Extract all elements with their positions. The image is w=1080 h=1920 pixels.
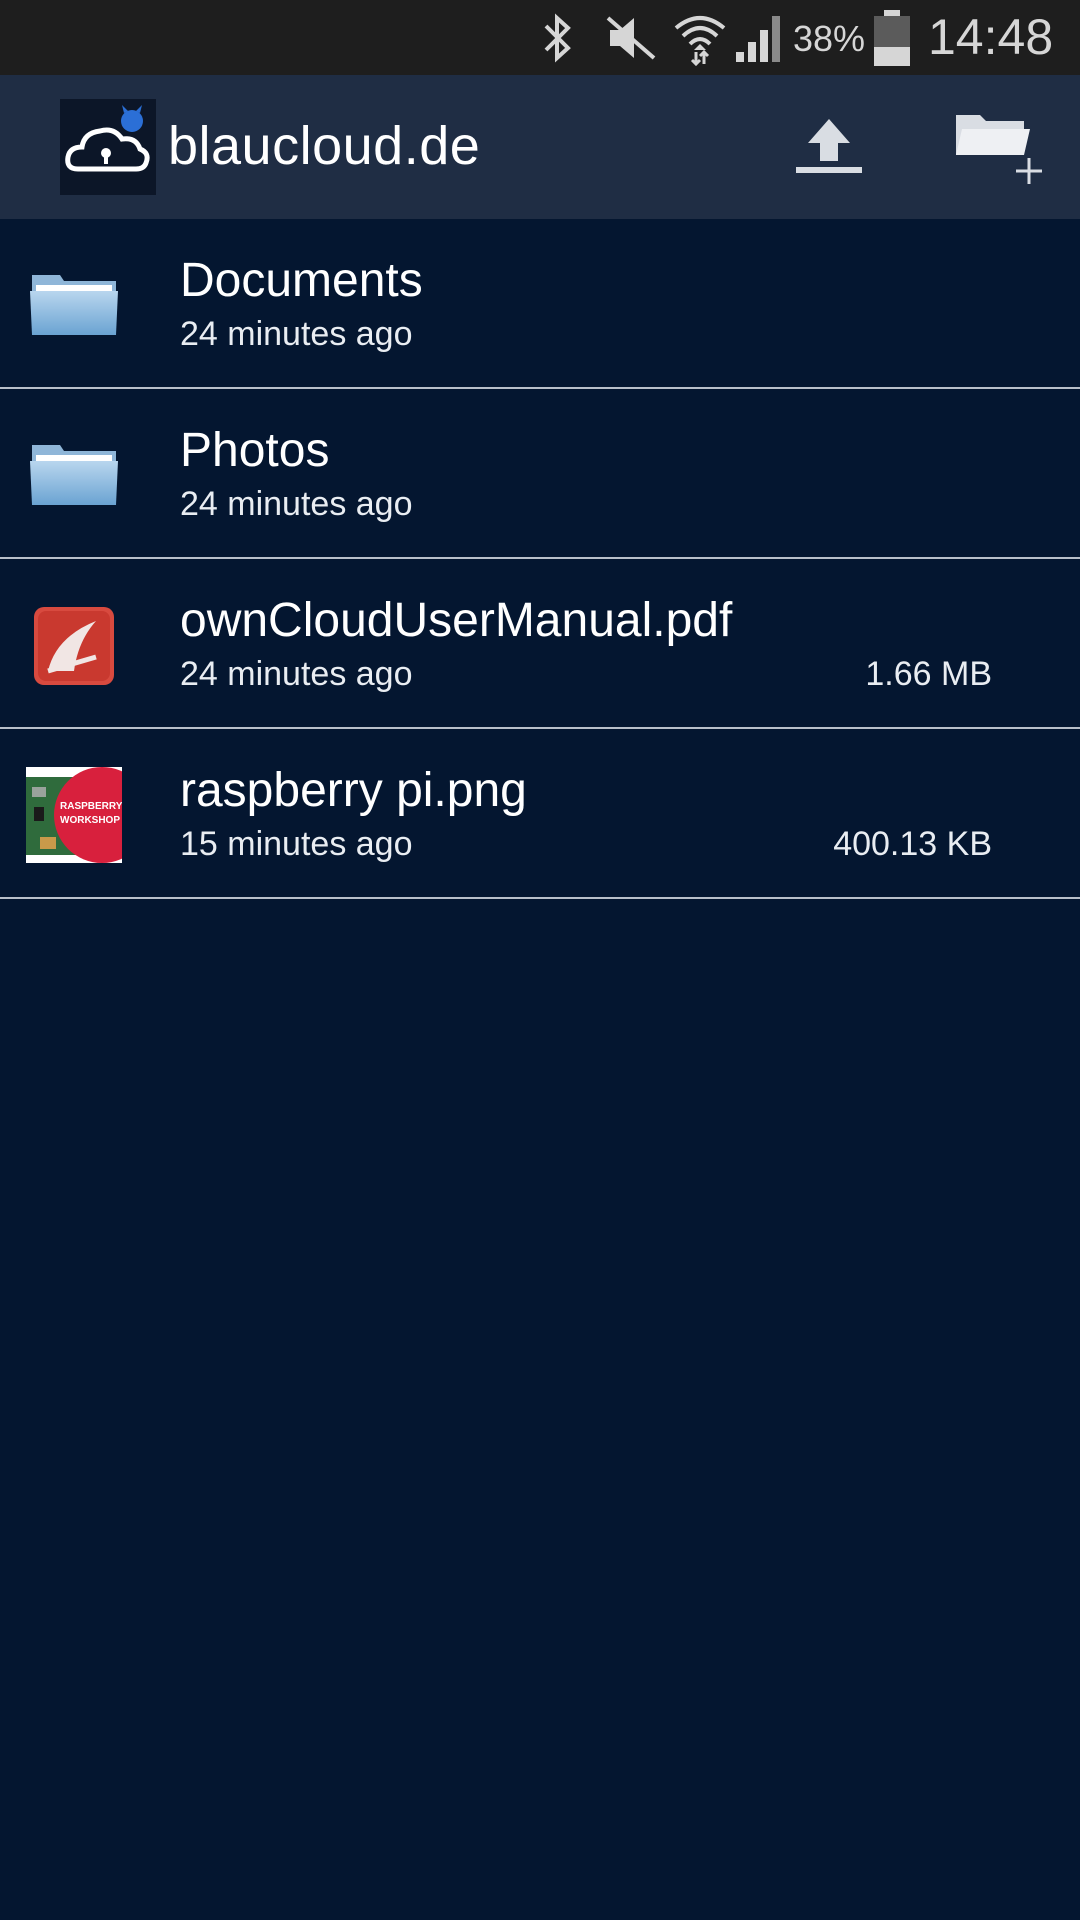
cloud-lock-icon <box>65 105 150 172</box>
list-item-photos[interactable]: Photos 24 minutes ago <box>0 389 1080 559</box>
mute-icon <box>606 16 656 60</box>
folder-icon <box>30 445 118 505</box>
battery-percent: 38% <box>793 18 866 59</box>
bluetooth-icon <box>544 13 571 63</box>
thumb-line-2: WORKSHOP <box>60 815 120 826</box>
app-title: blaucloud.de <box>168 116 481 176</box>
list-item-owncloud-user-manual[interactable]: ownCloudUserManual.pdf 24 minutes ago 1.… <box>0 559 1080 729</box>
app-bar: blaucloud.de <box>0 75 1080 219</box>
file-modified-time: 15 minutes ago <box>180 825 413 863</box>
pdf-icon <box>34 607 114 685</box>
cloud-lock-logo[interactable] <box>60 99 156 195</box>
list-item-raspberry-pi-png[interactable]: RASPBERRY WORKSHOP raspberry pi.png 15 m… <box>0 729 1080 899</box>
status-bar: 38% 14:48 <box>0 0 1080 75</box>
wifi-icon <box>674 16 726 66</box>
signal-icon <box>736 16 780 62</box>
new-folder-button[interactable] <box>948 75 1068 219</box>
file-size: 1.66 MB <box>865 655 992 693</box>
file-list: Documents 24 minutes ago Photos 24 minut… <box>0 219 1080 899</box>
upload-button[interactable] <box>768 75 888 219</box>
image-thumbnail: RASPBERRY WORKSHOP <box>26 767 122 863</box>
thumb-line-1: RASPBERRY <box>60 801 122 812</box>
file-name: Photos <box>180 424 330 477</box>
file-modified-time: 24 minutes ago <box>180 315 413 353</box>
file-name: Documents <box>180 254 423 307</box>
file-modified-time: 24 minutes ago <box>180 655 413 693</box>
file-modified-time: 24 minutes ago <box>180 485 413 523</box>
file-size: 400.13 KB <box>833 825 992 863</box>
file-name: ownCloudUserManual.pdf <box>180 594 733 647</box>
folder-icon <box>30 275 118 335</box>
clock: 14:48 <box>928 9 1054 65</box>
file-name: raspberry pi.png <box>180 764 527 817</box>
upload-icon <box>796 119 862 173</box>
battery-icon <box>874 10 910 66</box>
new-folder-icon <box>956 115 1042 184</box>
list-item-documents[interactable]: Documents 24 minutes ago <box>0 219 1080 389</box>
